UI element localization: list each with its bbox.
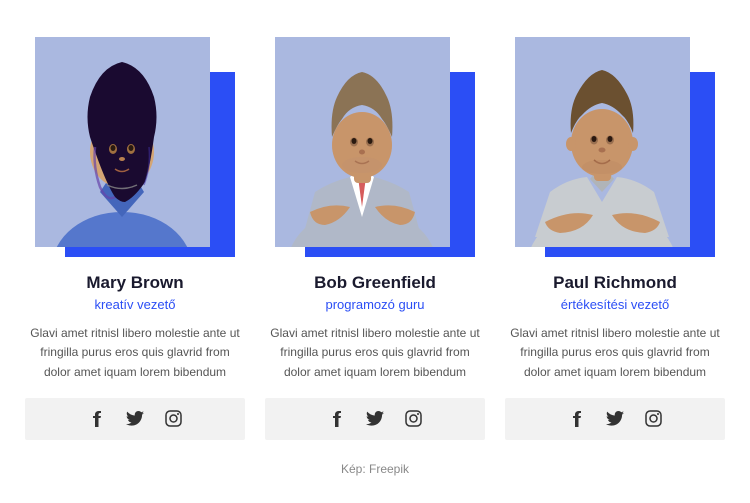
facebook-icon-paul[interactable] xyxy=(566,408,588,430)
member-name-mary: Mary Brown xyxy=(86,273,183,293)
member-desc-paul: Glavi amet ritnisl libero molestie ante … xyxy=(505,324,725,382)
person-svg-bob xyxy=(275,37,450,247)
member-desc-bob: Glavi amet ritnisl libero molestie ante … xyxy=(265,324,485,382)
photo-wrapper-bob xyxy=(275,37,475,257)
social-bar-bob xyxy=(265,398,485,440)
photo-wrapper-paul xyxy=(515,37,715,257)
photo-mary xyxy=(35,37,210,247)
facebook-icon-bob[interactable] xyxy=(326,408,348,430)
social-bar-paul xyxy=(505,398,725,440)
member-name-paul: Paul Richmond xyxy=(553,273,677,293)
person-svg-paul xyxy=(515,37,690,247)
twitter-icon-mary[interactable] xyxy=(124,408,146,430)
member-role-mary: kreatív vezető xyxy=(95,297,176,312)
member-role-paul: értékesítési vezető xyxy=(561,297,669,312)
twitter-icon-bob[interactable] xyxy=(364,408,386,430)
person-svg-mary xyxy=(35,37,210,247)
image-caption: Kép: Freepik xyxy=(341,462,409,476)
instagram-icon-mary[interactable] xyxy=(162,408,184,430)
member-name-bob: Bob Greenfield xyxy=(314,273,436,293)
instagram-icon-bob[interactable] xyxy=(402,408,424,430)
member-role-bob: programozó guru xyxy=(326,297,425,312)
team-grid: Mary Brown kreatív vezető Glavi amet rit… xyxy=(20,37,730,440)
twitter-icon-paul[interactable] xyxy=(604,408,626,430)
instagram-icon-paul[interactable] xyxy=(642,408,664,430)
team-card-paul: Paul Richmond értékesítési vezető Glavi … xyxy=(505,37,725,440)
member-desc-mary: Glavi amet ritnisl libero molestie ante … xyxy=(25,324,245,382)
facebook-icon-mary[interactable] xyxy=(86,408,108,430)
social-bar-mary xyxy=(25,398,245,440)
team-card-mary: Mary Brown kreatív vezető Glavi amet rit… xyxy=(25,37,245,440)
photo-bob xyxy=(275,37,450,247)
photo-paul xyxy=(515,37,690,247)
team-card-bob: Bob Greenfield programozó guru Glavi ame… xyxy=(265,37,485,440)
photo-wrapper-mary xyxy=(35,37,235,257)
